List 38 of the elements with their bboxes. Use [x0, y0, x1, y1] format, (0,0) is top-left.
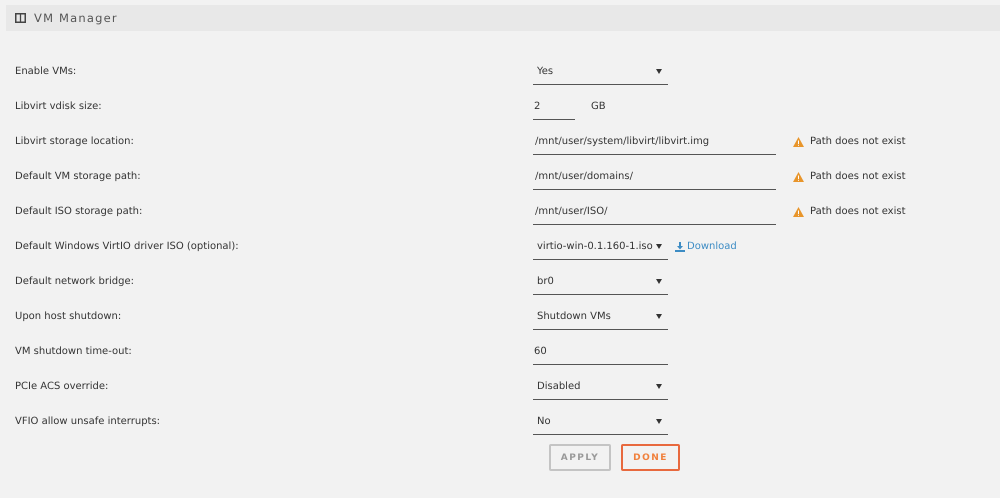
caret-icon [656, 244, 662, 248]
caret-icon [656, 384, 662, 388]
warning-icon [793, 172, 804, 182]
setting-label: Default VM storage path: [14, 171, 142, 182]
download-icon [675, 242, 685, 252]
setting-label: Default Windows VirtIO driver ISO (optional): [14, 241, 240, 252]
setting-label: Libvirt storage location: [14, 136, 135, 147]
caret-icon [656, 314, 662, 318]
setting-label: Upon host shutdown: [14, 311, 122, 322]
caret-icon [656, 278, 662, 284]
warning-text: Path does not exist [810, 136, 906, 147]
caret-icon [656, 68, 662, 74]
input-field[interactable]: /mnt/user/domains/ [533, 164, 776, 190]
input-field[interactable]: 2 [533, 94, 575, 120]
setting-label: VM shutdown time-out: [14, 346, 133, 357]
panel-title: VM Manager [34, 11, 118, 25]
setting-label: Default ISO storage path: [14, 206, 144, 217]
warning-icon [793, 136, 804, 146]
columns-icon [15, 13, 26, 23]
dropdown[interactable]: br0 [533, 268, 668, 294]
input-field[interactable]: /mnt/user/ISO/ [533, 198, 776, 224]
input-field[interactable]: /mnt/user/system/libvirt/libvirt.img [533, 128, 776, 154]
warning-text: Path does not exist [810, 206, 906, 217]
dropdown[interactable]: Disabled [533, 374, 668, 400]
input-field[interactable]: 60 [533, 338, 668, 364]
setting-label: PCIe ACS override: [14, 381, 110, 392]
dropdown[interactable]: Shutdown VMs [533, 304, 668, 330]
caret-icon [656, 418, 662, 424]
setting-label: Libvirt vdisk size: [14, 101, 103, 112]
unit-label: GB [591, 101, 606, 112]
dropdown[interactable]: Yes [533, 58, 668, 84]
warning-text: Path does not exist [810, 171, 906, 182]
warning-icon [793, 206, 804, 216]
dropdown[interactable]: virtio-win-0.1.160-1.iso [533, 234, 668, 260]
setting-label: Enable VMs: [14, 66, 78, 77]
setting-label: Default network bridge: [14, 276, 135, 287]
dropdown[interactable]: No [533, 408, 668, 434]
setting-label: VFIO allow unsafe interrupts: [14, 416, 162, 427]
